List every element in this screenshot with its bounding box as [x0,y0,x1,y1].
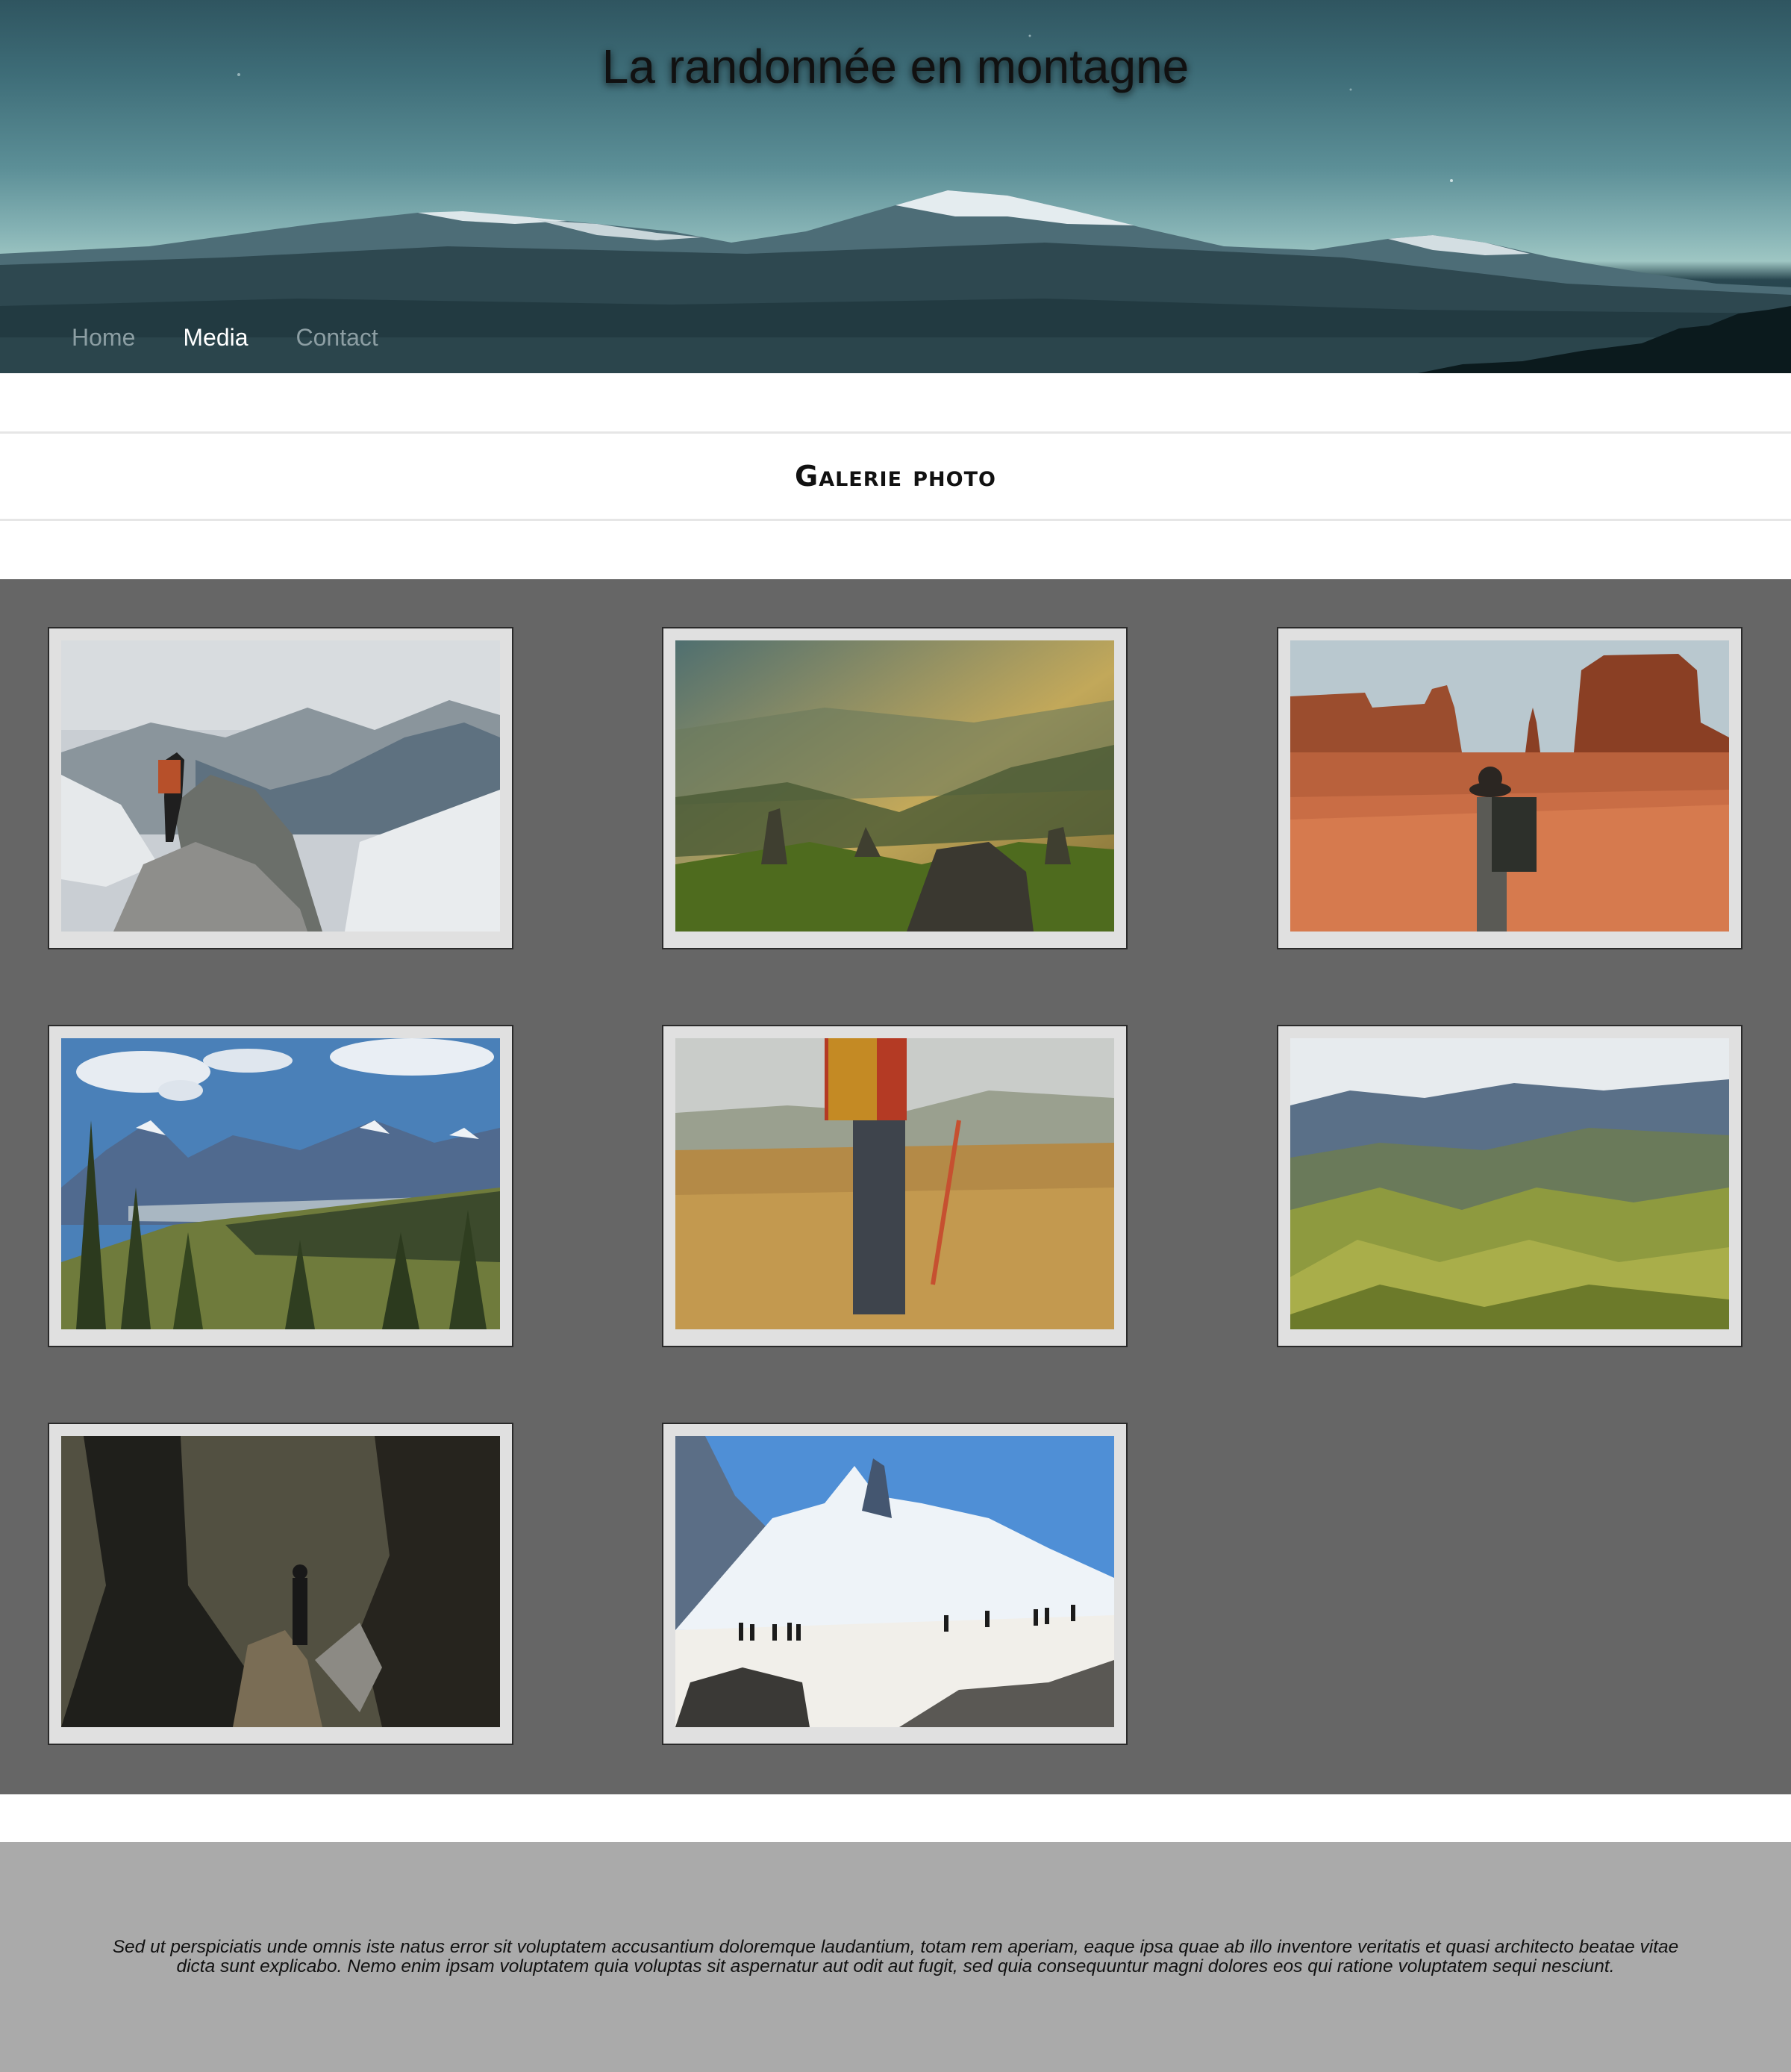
site-title: La randonnée en montagne [601,40,1190,93]
section-title-band: Galerie photo [0,431,1791,521]
gallery-photo-6[interactable] [1277,1025,1742,1347]
nav-media-link[interactable]: Media [183,324,248,352]
gallery-photo-3[interactable] [1277,627,1742,949]
gallery-photo-1[interactable] [48,627,513,949]
photo-gallery [0,579,1791,1794]
green-hills-photo [1290,1038,1729,1329]
nav-home-link[interactable]: Home [72,324,135,352]
grassland-hiker-photo [675,1038,1114,1329]
hero-header: La randonnée en montagne Home Media Cont… [0,0,1791,373]
section-title: Galerie photo [795,460,996,493]
nav-contact-link[interactable]: Contact [296,324,378,352]
forest-trail-hiker-photo [61,1436,500,1727]
gallery-photo-2[interactable] [662,627,1128,949]
desert-hiker-photo [1290,640,1729,932]
gallery-photo-4[interactable] [48,1025,513,1347]
gallery-photo-7[interactable] [48,1423,513,1745]
gallery-photo-8[interactable] [662,1423,1128,1745]
snowfield-hikers-photo [675,1436,1114,1727]
page-footer: Sed ut perspiciatis unde omnis iste natu… [0,1842,1791,2072]
pine-forest-mountains-photo [61,1038,500,1329]
footer-text: Sed ut perspiciatis unde omnis iste natu… [112,1937,1679,1976]
summit-hiker-photo [61,640,500,932]
gallery-photo-5[interactable] [662,1025,1128,1347]
golden-valley-photo [675,640,1114,932]
main-nav: Home Media Contact [72,324,378,352]
